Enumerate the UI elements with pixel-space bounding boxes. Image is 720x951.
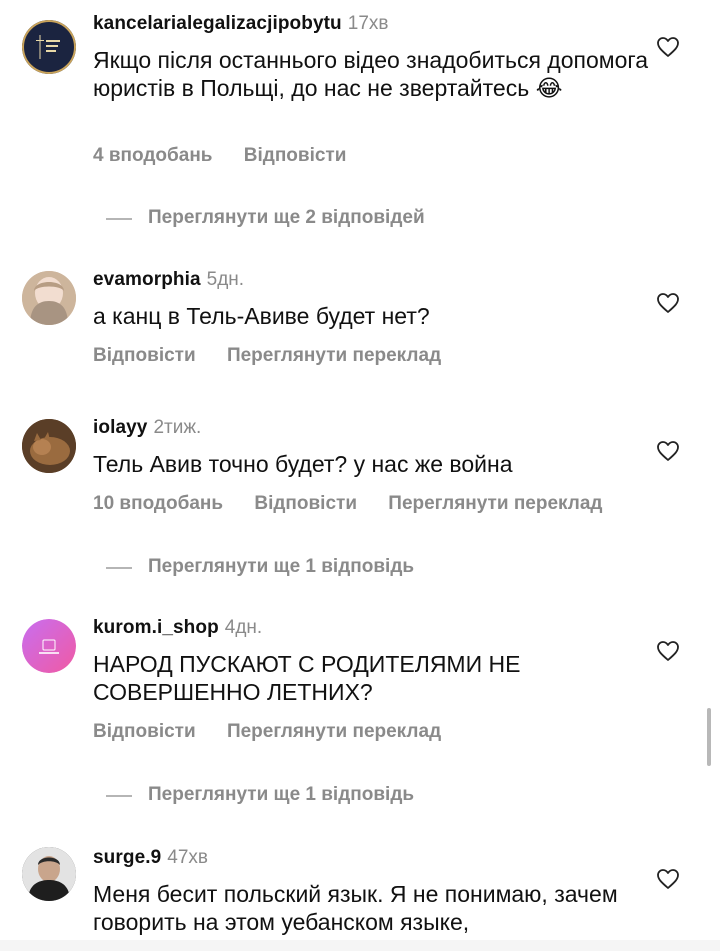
see-translation-button[interactable]: Переглянути переклад — [227, 721, 441, 742]
view-replies-button[interactable]: Переглянути ще 1 відповідь — [0, 781, 720, 811]
comment-time: 5дн. — [206, 269, 245, 290]
comment-username[interactable]: kurom.i_shop — [93, 617, 219, 638]
reply-button[interactable]: Відповісти — [244, 145, 347, 166]
heart-icon[interactable] — [656, 440, 680, 462]
divider-line — [106, 795, 132, 797]
comment-time: 17хв — [347, 13, 389, 34]
comment-text: Якщо після останнього відео знадобиться … — [93, 47, 649, 101]
likes-count[interactable]: 10 вподобань — [93, 493, 223, 514]
view-replies-label: Переглянути ще 2 відповідей — [148, 207, 425, 228]
divider-line — [106, 218, 132, 220]
comment-username[interactable]: iolayy — [93, 417, 147, 438]
comment-text: а канц в Тель-Авиве будет нет? — [93, 303, 430, 329]
law-firm-logo-icon[interactable] — [22, 20, 76, 74]
heart-icon[interactable] — [656, 868, 680, 890]
heart-icon[interactable] — [656, 36, 680, 58]
comment-text: Меня бесит польский язык. Я не понимаю, … — [93, 881, 618, 935]
comment-username[interactable]: kancelarialegalizacjipobytu — [93, 13, 342, 34]
view-replies-label: Переглянути ще 1 відповідь — [148, 784, 415, 805]
heart-icon[interactable] — [656, 292, 680, 314]
cat-photo-icon[interactable] — [22, 419, 76, 473]
bottom-bar — [0, 940, 720, 951]
reply-button[interactable]: Відповісти — [93, 345, 196, 366]
comment-time: 2тиж. — [153, 417, 202, 438]
comment-username[interactable]: surge.9 — [93, 847, 161, 868]
shop-logo-icon[interactable] — [22, 619, 76, 673]
user-photo-icon[interactable] — [22, 847, 76, 901]
reply-button[interactable]: Відповісти — [254, 493, 357, 514]
see-translation-button[interactable]: Переглянути переклад — [227, 345, 441, 366]
comment-time: 4дн. — [224, 617, 263, 638]
comment-time: 47хв — [167, 847, 209, 868]
user-photo-icon[interactable] — [22, 271, 76, 325]
comment-text: НАРОД ПУСКАЮТ С РОДИТЕЛЯМИ НЕ СОВЕРШЕННО… — [93, 651, 521, 705]
view-replies-button[interactable]: Переглянути ще 2 відповідей — [0, 204, 720, 234]
reply-button[interactable]: Відповісти — [93, 721, 196, 742]
scrollbar[interactable] — [707, 708, 711, 766]
likes-count[interactable]: 4 вподобань — [93, 145, 212, 166]
comment-username[interactable]: evamorphia — [93, 269, 201, 290]
see-translation-button[interactable]: Переглянути переклад — [388, 493, 602, 514]
view-replies-button[interactable]: Переглянути ще 1 відповідь — [0, 553, 720, 583]
divider-line — [106, 567, 132, 569]
heart-icon[interactable] — [656, 640, 680, 662]
comment-text: Тель Авив точно будет? у нас же война — [93, 451, 513, 477]
view-replies-label: Переглянути ще 1 відповідь — [148, 556, 415, 577]
